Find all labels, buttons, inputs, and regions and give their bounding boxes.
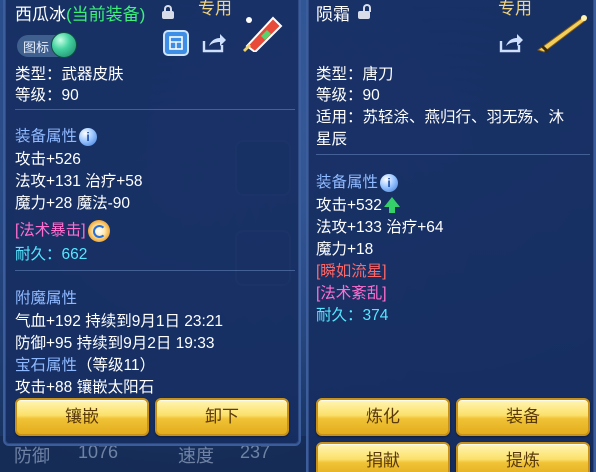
exclusive-tag: 专用: [198, 0, 232, 18]
item-name: 陨霜: [316, 5, 350, 24]
divider: [15, 109, 295, 110]
skill-meteor: [瞬如流星]: [316, 263, 387, 280]
lock-icon[interactable]: [162, 5, 174, 19]
magic-heal-stat: 法攻+131 治疗+58: [15, 173, 143, 190]
info-icon[interactable]: i: [380, 173, 399, 192]
enchant-defense-line: 防御+95 持续到9月2日 19:33: [15, 335, 215, 352]
info-table-icon[interactable]: [163, 30, 189, 56]
tang-sword-icon: [534, 12, 590, 59]
refresh-icon[interactable]: [87, 219, 110, 242]
magic-heal-stat: 法攻+133 治疗+64: [316, 219, 444, 236]
unequip-button[interactable]: 卸下: [155, 398, 289, 436]
donate-button[interactable]: 捐献: [316, 442, 450, 472]
attack-stat: 攻击+532: [316, 193, 400, 215]
refine-button[interactable]: 炼化: [316, 398, 450, 436]
popsicle-weapon-skin-icon: [237, 10, 285, 57]
skill-spell-crit: [法术暴击]: [15, 218, 110, 242]
durability: 耐久：374: [316, 307, 389, 324]
gem-attributes-header: 宝石属性（等级11）: [15, 357, 156, 374]
durability: 耐久：662: [15, 246, 88, 263]
power-stat: 魔力+28 魔法-90: [15, 195, 131, 212]
enchant-attributes-header: 附魔属性: [15, 290, 78, 307]
enchant-hp-line: 气血+192 持续到9月1日 23:21: [15, 313, 224, 330]
increase-arrow-icon: [383, 196, 400, 213]
gem-line: 攻击+88 镶嵌太阳石: [15, 379, 155, 396]
green-gem-icon: [51, 32, 78, 58]
inlay-button[interactable]: 镶嵌: [15, 398, 149, 436]
info-icon[interactable]: i: [79, 127, 98, 146]
item-title: 西瓜冰(当前装备): [15, 0, 145, 25]
skill-spell-chaos: [法术紊乱]: [316, 285, 387, 302]
current-equipment-panel: 西瓜冰(当前装备) 专用 图标 类型：武器皮肤 等级：90 装备属性 i 攻击+5…: [3, 0, 301, 446]
item-level: 等级：90: [316, 87, 380, 104]
compare-equipment-panel: 陨霜 专用 类型：唐刀 等级：90 适用：苏轻涂、燕归行、羽无殇、沐 星辰 装备…: [306, 0, 596, 472]
icon-badge[interactable]: 图标: [17, 32, 78, 58]
attack-stat: 攻击+526: [15, 151, 81, 168]
exclusive-tag: 专用: [498, 0, 532, 18]
share-icon[interactable]: [201, 30, 227, 56]
equipped-status: (当前装备): [66, 5, 146, 24]
equip-button[interactable]: 装备: [456, 398, 590, 436]
share-icon[interactable]: [498, 30, 524, 56]
applicable-characters-cont: 星辰: [316, 131, 348, 148]
divider: [316, 154, 590, 155]
unlock-icon[interactable]: [358, 4, 371, 19]
icon-badge-label: 图标: [23, 39, 50, 55]
applicable-characters: 适用：苏轻涂、燕归行、羽无殇、沐: [316, 109, 565, 126]
power-stat: 魔力+18: [316, 241, 374, 258]
equip-attributes-header: 装备属性 i: [316, 170, 399, 192]
item-type: 类型：唐刀: [316, 66, 394, 83]
item-type: 类型：武器皮肤: [15, 66, 124, 83]
extract-button[interactable]: 提炼: [456, 442, 590, 472]
item-level: 等级：90: [15, 87, 79, 104]
divider: [15, 270, 295, 271]
equip-attributes-header: 装备属性 i: [15, 124, 98, 146]
item-name: 西瓜冰: [15, 5, 66, 24]
